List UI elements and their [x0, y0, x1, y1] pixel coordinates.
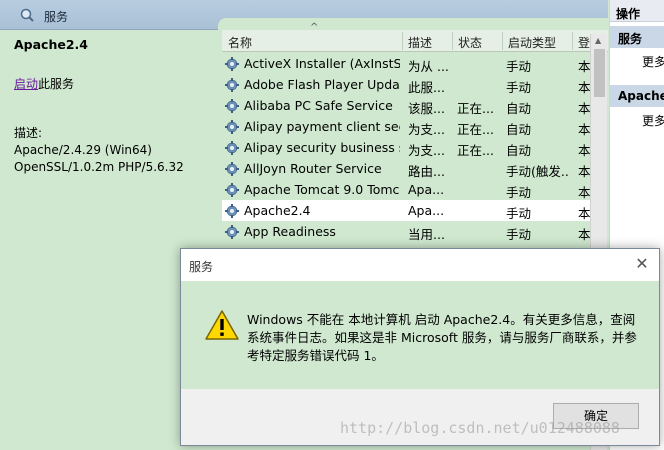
- service-name-cell: ActiveX Installer (AxInstSV): [244, 56, 400, 71]
- service-startup-cell: 手动: [506, 59, 532, 74]
- service-status-cell: 正在...: [457, 143, 494, 158]
- scroll-up-icon[interactable]: ▲: [595, 36, 601, 45]
- service-startup-cell: 手动: [506, 227, 532, 242]
- scrollbar-thumb[interactable]: [594, 49, 605, 97]
- service-desc-cell: 为从 ...: [408, 59, 449, 74]
- gear-icon: [224, 224, 240, 240]
- watermark: http://blog.csdn.net/u012488088: [340, 419, 620, 437]
- service-name-cell: Adobe Flash Player Upda...: [244, 77, 400, 92]
- service-desc-cell: 该服...: [408, 101, 445, 116]
- error-dialog: 服务 ✕ Windows 不能在 本地计算机 启动 Apache2.4。有关更多…: [180, 248, 660, 446]
- dialog-message-line-1: Windows 不能在 本地计算机 启动 Apache2.4。有关更多信息，查阅: [247, 312, 636, 327]
- service-startup-cell: 手动: [506, 206, 532, 221]
- actions-more-2[interactable]: 更多: [610, 107, 664, 134]
- table-row[interactable]: App Readiness 当用... 手动本: [222, 221, 592, 242]
- dialog-message-line-2: 系统事件日志。如果这是非 Microsoft 服务，请与服务厂商联系，并参: [247, 330, 637, 345]
- description-line-2: OpenSSL/1.0.2m PHP/5.6.32: [14, 160, 184, 174]
- search-services-icon: [20, 8, 34, 22]
- service-desc-cell: 路由...: [408, 164, 445, 179]
- actions-header: 操作: [610, 0, 664, 22]
- service-startup-cell: 自动: [506, 143, 532, 158]
- gear-icon: [224, 203, 240, 219]
- start-service-link[interactable]: 启动: [14, 77, 38, 91]
- start-service-suffix: 此服务: [38, 77, 75, 91]
- column-header-desc[interactable]: 描述: [408, 34, 432, 51]
- table-header: 名称 描述 状态 启动类型 登: [222, 30, 608, 52]
- gear-icon: [224, 161, 240, 177]
- table-row[interactable]: Apache Tomcat 9.0 Tomc... Apa... 手动本: [222, 179, 592, 200]
- dialog-message-line-3: 考特定服务错误代码 1。: [247, 348, 384, 363]
- service-startup-cell: 手动: [506, 185, 532, 200]
- service-startup-cell: 手动: [506, 80, 532, 95]
- gear-icon: [224, 56, 240, 72]
- table-row[interactable]: ActiveX Installer (AxInstSV) 为从 ... 手动本: [222, 53, 592, 74]
- column-header-status[interactable]: 状态: [458, 34, 482, 51]
- actions-section-services[interactable]: 服务: [610, 26, 664, 48]
- service-name: Apache2.4: [14, 37, 88, 52]
- actions-section-apache[interactable]: Apache2: [610, 85, 664, 107]
- table-row[interactable]: AllJoyn Router Service 路由... 手动(触发... 本: [222, 158, 592, 179]
- service-name-cell: App Readiness: [244, 224, 336, 239]
- service-desc-cell: Apa...: [408, 203, 445, 218]
- service-name-cell: AllJoyn Router Service: [244, 161, 382, 176]
- warning-icon: [205, 310, 239, 340]
- service-desc-cell: 当用...: [408, 227, 445, 242]
- gear-icon: [224, 182, 240, 198]
- service-name-cell: Apache2.4: [244, 203, 311, 218]
- table-row[interactable]: Alipay security business s... 为支... 正在... 自…: [222, 137, 592, 158]
- service-name-cell: Apache Tomcat 9.0 Tomc...: [244, 182, 400, 197]
- actions-more-1[interactable]: 更多: [610, 48, 664, 75]
- service-status-cell: 正在...: [457, 122, 494, 137]
- dialog-message: Windows 不能在 本地计算机 启动 Apache2.4。有关更多信息，查阅…: [247, 311, 637, 365]
- column-header-startup[interactable]: 启动类型: [508, 34, 556, 51]
- service-desc-cell: 此服...: [408, 80, 445, 95]
- table-row[interactable]: Adobe Flash Player Upda... 此服... 手动本: [222, 74, 592, 95]
- close-icon[interactable]: ✕: [633, 255, 651, 273]
- service-startup-cell: 自动: [506, 122, 532, 137]
- service-desc-cell: 为支...: [408, 143, 445, 158]
- description-label: 描述:: [14, 126, 43, 140]
- description-line-1: Apache/2.4.29 (Win64): [14, 143, 152, 157]
- gear-icon: [224, 77, 240, 93]
- table-row[interactable]: Apache2.4 Apa... 手动本: [222, 200, 592, 221]
- service-name-cell: Alibaba PC Safe Service: [244, 98, 393, 113]
- table-row[interactable]: Alibaba PC Safe Service 该服... 正在... 自动本: [222, 95, 592, 116]
- service-desc-cell: Apa...: [408, 182, 445, 197]
- column-header-name[interactable]: 名称: [228, 34, 252, 51]
- start-service-line: 启动此服务: [14, 76, 204, 93]
- service-name-cell: Alipay security business s...: [244, 140, 400, 155]
- service-status-cell: 正在...: [457, 101, 494, 116]
- dialog-title: 服务: [189, 260, 214, 274]
- service-desc-cell: 为支...: [408, 122, 445, 137]
- window-title: 服务: [44, 10, 69, 24]
- table-row[interactable]: Alipay payment client sec... 为支... 正在... 自动…: [222, 116, 592, 137]
- gear-icon: [224, 140, 240, 156]
- service-startup-cell: 自动: [506, 101, 532, 116]
- gear-icon: [224, 119, 240, 135]
- gear-icon: [224, 98, 240, 114]
- service-startup-cell: 手动(触发...: [506, 164, 570, 179]
- service-name-cell: Alipay payment client sec...: [244, 119, 400, 134]
- table-body: ActiveX Installer (AxInstSV) 为从 ... 手动本 Ado…: [222, 53, 592, 242]
- column-header-logon[interactable]: 登: [578, 34, 590, 51]
- dialog-title-bar: 服务 ✕: [181, 249, 659, 281]
